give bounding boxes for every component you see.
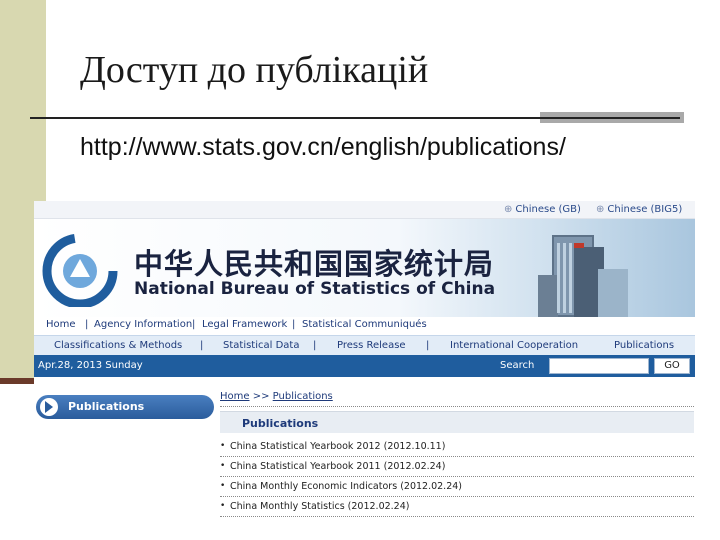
nav-publications[interactable]: Publications xyxy=(614,340,674,351)
nav-international-cooperation[interactable]: International Cooperation xyxy=(450,340,578,351)
site-title-en: National Bureau of Statistics of China xyxy=(134,279,496,299)
site-banner: 中华人民共和国国家统计局 National Bureau of Statisti… xyxy=(34,219,695,317)
bullet-icon: • xyxy=(220,501,226,511)
breadcrumb-current[interactable]: Publications xyxy=(273,391,333,402)
publication-title: China Monthly Economic Indicators xyxy=(230,481,398,492)
sidebar-item-publications[interactable]: Publications xyxy=(36,395,214,419)
nav-home[interactable]: Home xyxy=(46,319,76,330)
list-item[interactable]: • China Monthly Economic Indicators (2012… xyxy=(220,481,694,492)
publication-date: (2012.02.24) xyxy=(400,481,462,492)
nav-classifications[interactable]: Classifications & Methods xyxy=(54,340,182,351)
lang-link-gb[interactable]: ⊕ Chinese (GB) xyxy=(504,204,581,215)
publication-date: (2012.02.24) xyxy=(347,501,410,512)
list-item[interactable]: • China Monthly Statistics (2012.02.24) xyxy=(220,501,694,512)
breadcrumb-home[interactable]: Home xyxy=(220,391,250,402)
list-item[interactable]: • China Statistical Yearbook 2011 (2012.0… xyxy=(220,461,694,472)
publication-title: China Monthly Statistics xyxy=(230,501,345,512)
publication-title: China Statistical Yearbook 2012 xyxy=(230,441,381,452)
site-title-cn: 中华人民共和国国家统计局 xyxy=(134,247,495,281)
nbs-logo xyxy=(42,233,118,307)
main-content: Home >> Publications Publications • China… xyxy=(220,391,694,521)
nav-separator: | xyxy=(292,319,296,330)
slide-title: Доступ до публікацій xyxy=(80,49,429,91)
slide-url: http://www.stats.gov.cn/english/publicat… xyxy=(80,133,566,161)
title-rule xyxy=(30,117,680,119)
divider xyxy=(220,456,694,457)
primary-nav: Home | Agency Information | Legal Framew… xyxy=(34,317,695,335)
building-image xyxy=(538,235,628,317)
bullet-icon: • xyxy=(220,481,226,491)
nav-separator: | xyxy=(200,340,204,351)
breadcrumb-separator: >> xyxy=(252,391,270,402)
nav-press-release[interactable]: Press Release xyxy=(337,340,406,351)
play-arrow-icon xyxy=(45,401,53,413)
website-screenshot: ⊕ Chinese (GB) ⊕ Chinese (BIG5) 中华人民共和国国家统… xyxy=(34,201,695,540)
nav-agency-information[interactable]: Agency Information xyxy=(94,319,192,330)
date-search-bar: Apr.28, 2013 Sunday Search GO xyxy=(34,355,695,377)
search-label: Search xyxy=(500,360,535,371)
nav-statistical-data[interactable]: Statistical Data xyxy=(223,340,299,351)
nav-separator: | xyxy=(192,319,196,330)
sidebar-label: Publications xyxy=(68,400,145,413)
nav-statistical-communiques[interactable]: Statistical Communiqués xyxy=(302,319,427,330)
divider xyxy=(220,406,694,407)
publication-title: China Statistical Yearbook 2011 xyxy=(230,461,381,472)
section-header: Publications xyxy=(220,411,694,433)
nav-separator: | xyxy=(426,340,430,351)
publication-date: (2012.10.11) xyxy=(383,441,446,452)
section-title: Publications xyxy=(242,417,319,430)
lang-link-big5[interactable]: ⊕ Chinese (BIG5) xyxy=(596,204,682,215)
search-go-button[interactable]: GO xyxy=(654,358,690,374)
list-item[interactable]: • China Statistical Yearbook 2012 (2012.1… xyxy=(220,441,694,452)
slide-left-bar-accent xyxy=(0,378,36,384)
breadcrumb: Home >> Publications xyxy=(220,391,694,402)
secondary-nav: Classifications & Methods | Statistical … xyxy=(34,335,695,355)
nav-separator: | xyxy=(313,340,317,351)
bullet-icon: • xyxy=(220,461,226,471)
divider xyxy=(220,496,694,497)
arrow-icon: ⊕ xyxy=(596,204,605,215)
publication-list: • China Statistical Yearbook 2012 (2012.1… xyxy=(220,441,694,517)
nav-separator: | xyxy=(85,319,89,330)
current-date: Apr.28, 2013 Sunday xyxy=(38,360,143,371)
language-bar: ⊕ Chinese (GB) ⊕ Chinese (BIG5) xyxy=(34,201,695,219)
nav-legal-framework[interactable]: Legal Framework xyxy=(202,319,287,330)
arrow-icon: ⊕ xyxy=(504,204,513,215)
search-input[interactable] xyxy=(549,358,649,374)
publication-date: (2012.02.24) xyxy=(383,461,446,472)
bullet-icon: • xyxy=(220,441,226,451)
divider xyxy=(220,516,694,517)
divider xyxy=(220,476,694,477)
